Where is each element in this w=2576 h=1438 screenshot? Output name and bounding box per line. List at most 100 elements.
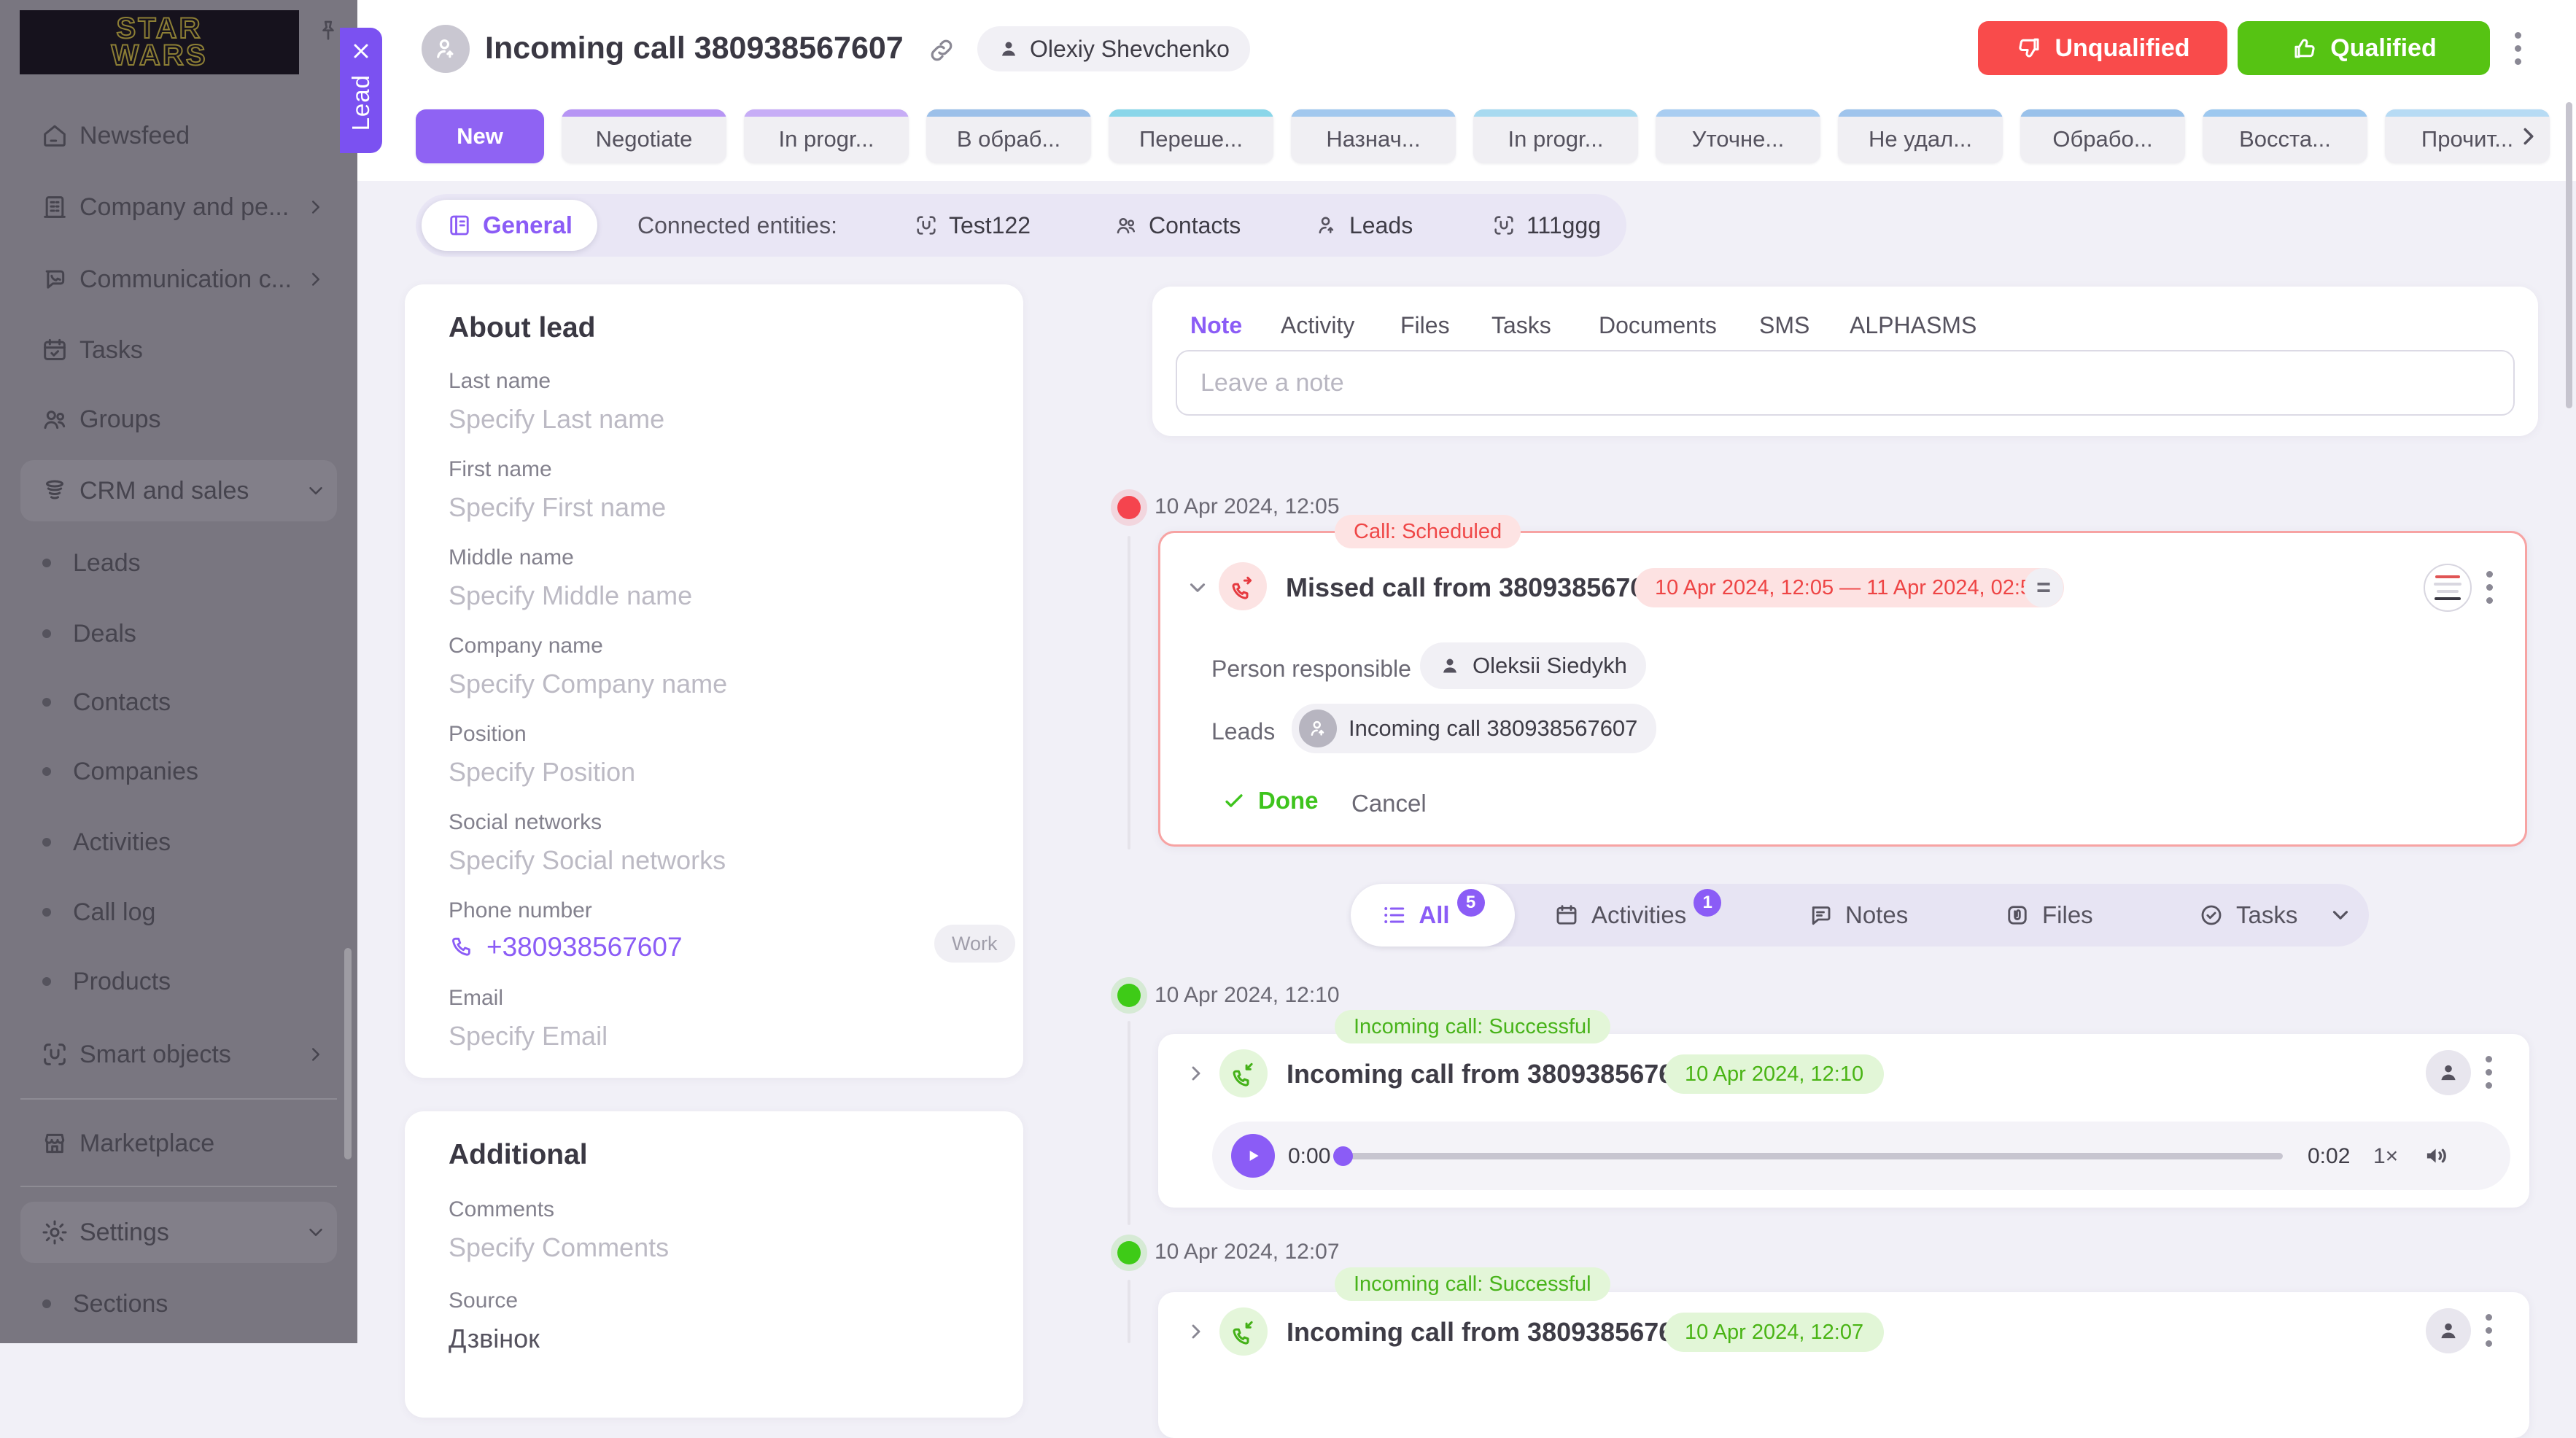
- timeline-date: 10 Apr 2024, 12:05: [1155, 494, 1340, 519]
- tab-alphasms[interactable]: ALPHASMS: [1850, 312, 1976, 339]
- timeline-date: 10 Apr 2024, 12:10: [1155, 983, 1340, 1008]
- sidebar-item-sections[interactable]: Sections: [0, 1282, 357, 1326]
- sidebar-item-communication[interactable]: Communication c...: [0, 253, 357, 306]
- stage-chip[interactable]: In progr...: [744, 109, 909, 163]
- entity-111ggg[interactable]: 111ggg: [1491, 194, 1601, 257]
- filter-all[interactable]: All 5: [1351, 884, 1515, 947]
- stage-chip[interactable]: Восста...: [2203, 109, 2367, 163]
- tab-note[interactable]: Note: [1190, 312, 1242, 339]
- lead-panel-tab[interactable]: Lead: [340, 28, 382, 153]
- unqualified-button[interactable]: Unqualified: [1978, 21, 2227, 75]
- person-icon: [998, 38, 1020, 60]
- stages-scroll-right-icon[interactable]: [2515, 123, 2542, 150]
- entity-leads[interactable]: Leads: [1314, 194, 1413, 257]
- call-card-kebab-icon[interactable]: [2486, 1314, 2492, 1347]
- divider: [20, 1098, 337, 1100]
- tab-sms[interactable]: SMS: [1759, 312, 1809, 339]
- stage-chip-new[interactable]: New: [416, 109, 544, 163]
- sidebar-item-company-and-people[interactable]: Company and pe...: [0, 181, 357, 233]
- tab-files[interactable]: Files: [1400, 312, 1450, 339]
- sidebar-item-companies[interactable]: Companies: [0, 750, 357, 793]
- sidebar-item-products[interactable]: Products: [0, 960, 357, 1003]
- audio-rate[interactable]: 1×: [2373, 1144, 2398, 1169]
- close-icon[interactable]: [349, 39, 373, 63]
- field-social-networks[interactable]: Social networks Specify Social networks: [449, 810, 726, 876]
- bullet-icon: [42, 698, 51, 707]
- lead-reference-chip[interactable]: Incoming call 380938567607: [1292, 704, 1656, 753]
- sidebar-item-newsfeed[interactable]: Newsfeed: [0, 109, 357, 162]
- sidebar-scrollbar[interactable]: [344, 948, 352, 1159]
- person-responsible-chip[interactable]: Oleksii Siedykh: [1420, 642, 1646, 689]
- person-icon: [1439, 655, 1461, 677]
- stage-chip[interactable]: Не удал...: [1838, 109, 2003, 163]
- cancel-button[interactable]: Cancel: [1351, 790, 1427, 817]
- sidebar-item-groups[interactable]: Groups: [0, 393, 357, 446]
- field-phone-number: Phone number +380938567607 Work: [449, 898, 683, 963]
- sidebar-item-marketplace[interactable]: Marketplace: [0, 1117, 357, 1170]
- filter-tasks[interactable]: Tasks: [2198, 884, 2297, 947]
- sidebar-item-activities[interactable]: Activities: [0, 820, 357, 864]
- field-position[interactable]: Position Specify Position: [449, 722, 635, 788]
- entity-contacts[interactable]: Contacts: [1114, 194, 1241, 257]
- copy-link-icon[interactable]: [926, 35, 957, 66]
- note-input[interactable]: Leave a note: [1176, 350, 2515, 416]
- more-actions-kebab-icon[interactable]: [2515, 32, 2521, 65]
- avatar[interactable]: [2426, 1050, 2471, 1095]
- filter-activities[interactable]: Activities 1: [1553, 884, 1721, 947]
- stage-chip[interactable]: Negotiate: [562, 109, 726, 163]
- sidebar-item-deals[interactable]: Deals: [0, 612, 357, 656]
- stage-chip[interactable]: Обрабо...: [2020, 109, 2185, 163]
- collapse-chevron-icon[interactable]: [1185, 575, 1210, 600]
- audio-current-time: 0:00: [1288, 1144, 1330, 1169]
- tab-general[interactable]: General: [422, 200, 597, 251]
- field-company-name[interactable]: Company name Specify Company name: [449, 634, 727, 699]
- field-comments[interactable]: Comments Specify Comments: [449, 1197, 669, 1263]
- sidebar-item-call-log[interactable]: Call log: [0, 890, 357, 934]
- avatar[interactable]: [2426, 1308, 2471, 1353]
- stage-chip[interactable]: В обраб...: [926, 109, 1091, 163]
- field-source[interactable]: Source Дзвінок: [449, 1289, 540, 1354]
- field-last-name[interactable]: Last name Specify Last name: [449, 369, 664, 435]
- field-first-name[interactable]: First name Specify First name: [449, 457, 666, 523]
- tab-tasks[interactable]: Tasks: [1491, 312, 1551, 339]
- pin-sidebar-icon[interactable]: [315, 18, 341, 44]
- sidebar-item-smart-objects[interactable]: Smart objects: [0, 1028, 357, 1081]
- field-middle-name[interactable]: Middle name Specify Middle name: [449, 545, 692, 611]
- speaker-icon[interactable]: [2421, 1140, 2452, 1171]
- sidebar-item-settings[interactable]: Settings: [0, 1206, 357, 1259]
- audio-progress-knob[interactable]: [1333, 1146, 1353, 1166]
- filter-notes[interactable]: Notes: [1807, 884, 1908, 947]
- priority-icon[interactable]: =: [2024, 568, 2063, 607]
- sidebar-item-contacts[interactable]: Contacts: [0, 680, 357, 724]
- stage-chip[interactable]: In progr...: [1473, 109, 1638, 163]
- done-button[interactable]: Done: [1222, 787, 1319, 815]
- chevron-right-icon: [305, 196, 327, 218]
- chevron-right-icon: [305, 1043, 327, 1065]
- audio-progress-track[interactable]: [1336, 1153, 2283, 1159]
- stage-chip[interactable]: Переше...: [1109, 109, 1273, 163]
- page-scrollbar[interactable]: [2566, 102, 2572, 408]
- stage-chip[interactable]: Уточне...: [1656, 109, 1820, 163]
- expand-chevron-icon[interactable]: [1184, 1062, 1208, 1085]
- tab-activity[interactable]: Activity: [1281, 312, 1354, 339]
- filter-expand-chevron-icon[interactable]: [2328, 884, 2353, 947]
- sidebar-item-tasks[interactable]: Tasks: [0, 324, 357, 376]
- qualified-button[interactable]: Qualified: [2238, 21, 2490, 75]
- incoming-call-icon: [1219, 1049, 1268, 1097]
- expand-chevron-icon[interactable]: [1184, 1320, 1208, 1343]
- call-card-kebab-icon[interactable]: [2486, 1056, 2492, 1089]
- owner-chip[interactable]: Olexiy Shevchenko: [977, 26, 1250, 71]
- additional-card: Additional Comments Specify Comments Sou…: [405, 1111, 1023, 1418]
- field-email[interactable]: Email Specify Email: [449, 986, 608, 1052]
- chevron-right-icon: [305, 268, 327, 290]
- attachment-thumbnail[interactable]: [2424, 564, 2472, 612]
- stage-chip[interactable]: Назнач...: [1291, 109, 1456, 163]
- entity-test122[interactable]: Test122: [914, 194, 1031, 257]
- call-card-kebab-icon[interactable]: [2486, 571, 2493, 604]
- sidebar-item-leads[interactable]: Leads: [0, 541, 357, 585]
- play-button[interactable]: [1231, 1134, 1275, 1178]
- filter-files[interactable]: Files: [2004, 884, 2093, 947]
- sidebar-item-crm-and-sales[interactable]: CRM and sales: [0, 465, 357, 517]
- tab-documents[interactable]: Documents: [1599, 312, 1717, 339]
- phone-number-link[interactable]: +380938567607: [449, 932, 683, 963]
